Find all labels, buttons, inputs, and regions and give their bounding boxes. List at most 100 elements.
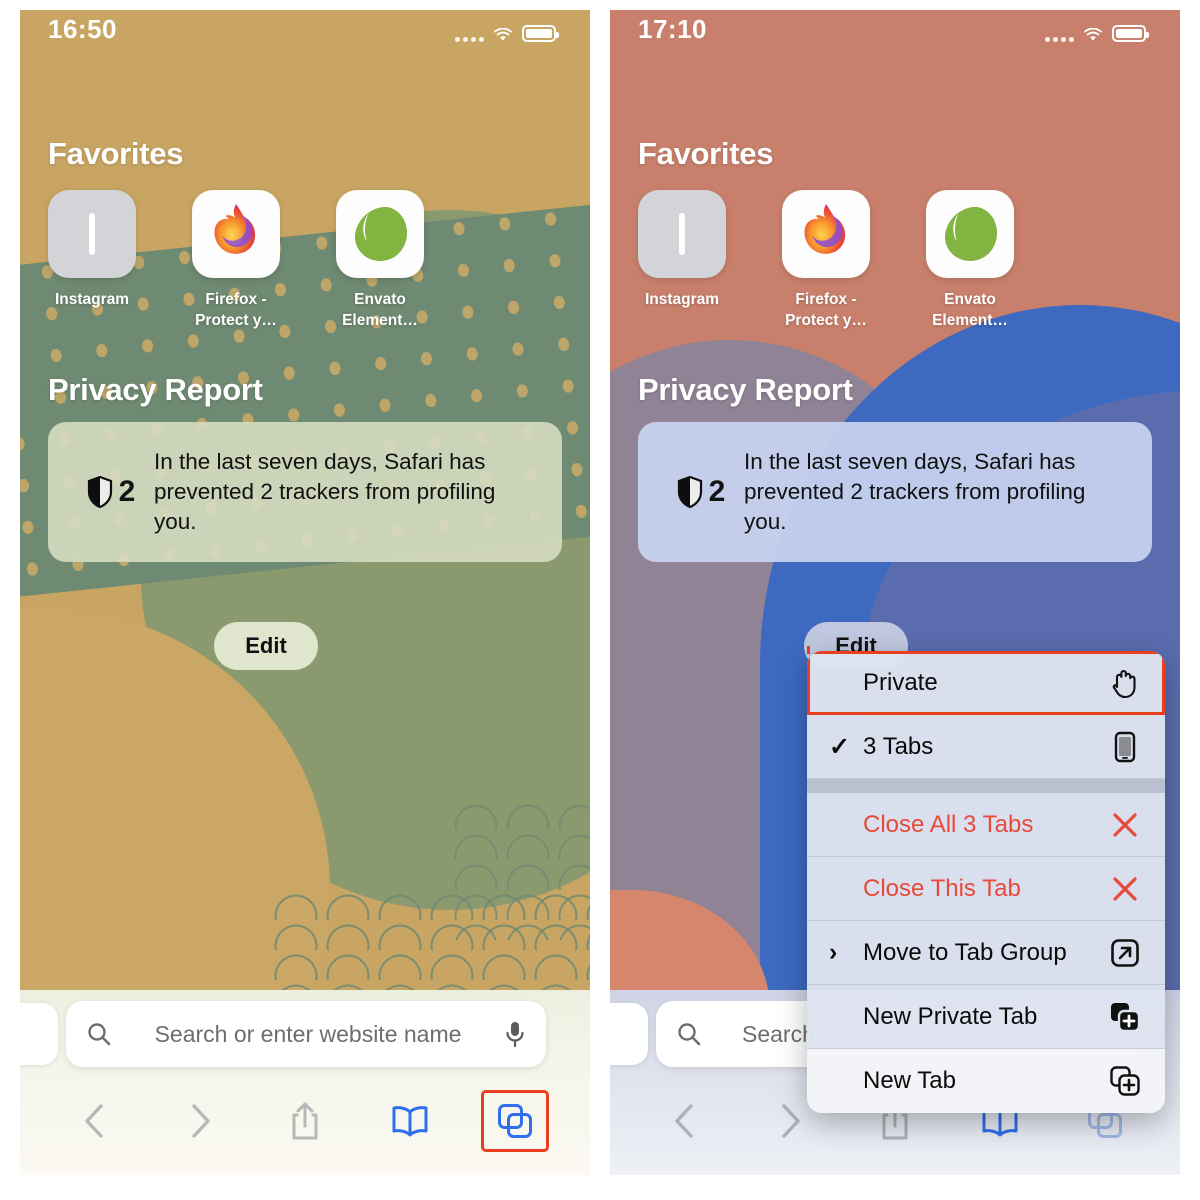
privacy-report-title: Privacy Report — [48, 372, 263, 407]
menu-item-label: Close All 3 Tabs — [863, 810, 1034, 838]
menu-item-label: Close This Tab — [863, 874, 1021, 902]
status-bar: 16:50 — [20, 10, 590, 44]
plus-square-stack-icon — [1105, 1065, 1145, 1097]
search-icon — [678, 1023, 701, 1046]
privacy-report-text: In the last seven days, Safari has preve… — [154, 449, 496, 534]
shield-icon — [87, 476, 112, 508]
privacy-report-card[interactable]: 2 In the last seven days, Safari has pre… — [48, 422, 562, 562]
plus-square-stack-filled-icon — [1105, 1001, 1145, 1033]
menu-item-label: New Tab — [863, 1067, 956, 1094]
privacy-report-title: Privacy Report — [638, 372, 853, 407]
previous-tab-peek[interactable] — [610, 1003, 648, 1065]
chevron-right-icon — [192, 1104, 210, 1138]
shield-icon — [677, 476, 702, 508]
favorite-label: Firefox - Protect y… — [195, 291, 277, 329]
status-bar-indicators — [1045, 25, 1149, 42]
chevron-left-icon — [674, 1104, 693, 1138]
share-icon — [292, 1102, 318, 1140]
microphone-icon[interactable] — [504, 1020, 526, 1048]
bottom-toolbar — [20, 1085, 590, 1157]
battery-icon — [1112, 25, 1149, 42]
xmark-icon — [1105, 810, 1145, 840]
menu-item-move-to-tab-group[interactable]: › Move to Tab Group — [807, 921, 1165, 985]
menu-item-label: Private — [863, 668, 938, 696]
chevron-right-icon — [782, 1104, 800, 1138]
menu-item-label: 3 Tabs — [863, 732, 934, 760]
favorites-title: Favorites — [638, 136, 774, 171]
menu-item-close-all-tabs[interactable]: Close All 3 Tabs — [807, 793, 1165, 857]
url-bar-area: Search or enter website name — [20, 993, 590, 1085]
wallpaper-pattern-scales-secondary — [450, 800, 590, 940]
favorite-label: Envato Element… — [342, 291, 418, 329]
hand-raised-icon — [1105, 667, 1145, 699]
tracker-count: 2 — [708, 475, 726, 508]
book-icon — [392, 1106, 428, 1137]
tabs-button[interactable] — [481, 1090, 550, 1152]
instagram-icon[interactable] — [48, 190, 136, 278]
favorite-item-firefox[interactable]: Firefox - Protect y… — [782, 190, 870, 331]
chevron-left-icon — [84, 1104, 103, 1138]
left-phone-screenshot: 16:50 Favorites Instagram Firefox - Prot… — [20, 0, 590, 1200]
comparison-screenshot: 16:50 Favorites Instagram Firefox - Prot… — [0, 0, 1200, 1200]
right-phone-screenshot: 17:10 Favorites Instagram Firefox - Prot… — [610, 0, 1180, 1200]
status-bar-indicators — [455, 25, 559, 42]
right-phone-screen: 17:10 Favorites Instagram Firefox - Prot… — [610, 10, 1180, 1175]
menu-item-new-tab[interactable]: New Tab — [807, 1049, 1165, 1113]
tabs-context-menu: Private ✓ 3 Tabs Close All 3 Tabs Close … — [807, 651, 1165, 1113]
menu-item-label: New Private Tab — [863, 1002, 1038, 1030]
menu-separator — [807, 779, 1165, 793]
tabs-icon — [498, 1104, 533, 1138]
edit-button[interactable]: Edit — [214, 622, 318, 670]
arrow-up-right-square-icon — [1105, 938, 1145, 968]
signal-dots-icon — [1045, 37, 1074, 42]
status-bar-time: 17:10 — [638, 14, 707, 44]
favorite-item-instagram[interactable]: Instagram — [638, 190, 726, 331]
xmark-icon — [1105, 874, 1145, 904]
privacy-report-text: In the last seven days, Safari has preve… — [744, 449, 1086, 534]
wifi-icon — [494, 28, 512, 41]
favorite-label: Firefox - Protect y… — [785, 291, 867, 329]
bookmarks-button[interactable] — [376, 1090, 444, 1152]
chevron-right-icon: › — [829, 938, 838, 966]
battery-icon — [522, 25, 559, 42]
forward-button[interactable] — [166, 1090, 234, 1152]
favorite-label: Envato Element… — [932, 291, 1008, 329]
status-bar-time: 16:50 — [48, 14, 117, 44]
menu-item-new-private-tab[interactable]: New Private Tab — [807, 985, 1165, 1049]
firefox-icon[interactable] — [782, 190, 870, 278]
favorite-label: Instagram — [54, 291, 130, 308]
back-button[interactable] — [651, 1090, 719, 1152]
address-bar[interactable]: Search or enter website name — [66, 1001, 546, 1067]
tracker-count: 2 — [118, 475, 136, 508]
favorite-item-envato[interactable]: Envato Element… — [926, 190, 1014, 331]
menu-item-close-this-tab[interactable]: Close This Tab — [807, 857, 1165, 921]
menu-item-private[interactable]: Private — [807, 651, 1165, 715]
menu-item-3-tabs[interactable]: ✓ 3 Tabs — [807, 715, 1165, 779]
left-phone-screen: 16:50 Favorites Instagram Firefox - Prot… — [20, 10, 590, 1175]
address-bar-placeholder: Search or enter website name — [154, 1020, 462, 1047]
favorites-title: Favorites — [48, 136, 184, 171]
favorite-item-firefox[interactable]: Firefox - Protect y… — [192, 190, 280, 331]
favorite-label: Instagram — [644, 291, 720, 308]
privacy-shield-group: 2 — [68, 475, 154, 509]
back-button[interactable] — [61, 1090, 129, 1152]
favorites-row: Instagram Firefox - Protect y… Envato El… — [48, 190, 424, 331]
instagram-icon[interactable] — [638, 190, 726, 278]
wifi-icon — [1084, 28, 1102, 41]
status-bar: 17:10 — [610, 10, 1180, 44]
signal-dots-icon — [455, 37, 484, 42]
share-button[interactable] — [271, 1090, 339, 1152]
phone-icon — [1105, 731, 1145, 763]
checkmark-icon: ✓ — [829, 732, 850, 761]
favorite-item-instagram[interactable]: Instagram — [48, 190, 136, 331]
envato-elements-icon[interactable] — [926, 190, 1014, 278]
favorite-item-envato[interactable]: Envato Element… — [336, 190, 424, 331]
privacy-report-card[interactable]: 2 In the last seven days, Safari has pre… — [638, 422, 1152, 562]
firefox-icon[interactable] — [192, 190, 280, 278]
menu-item-label: Move to Tab Group — [863, 938, 1067, 966]
privacy-shield-group: 2 — [658, 475, 744, 509]
previous-tab-peek[interactable] — [20, 1003, 58, 1065]
favorites-row: Instagram Firefox - Protect y… Envato El… — [638, 190, 1014, 331]
search-icon — [88, 1023, 111, 1046]
envato-elements-icon[interactable] — [336, 190, 424, 278]
